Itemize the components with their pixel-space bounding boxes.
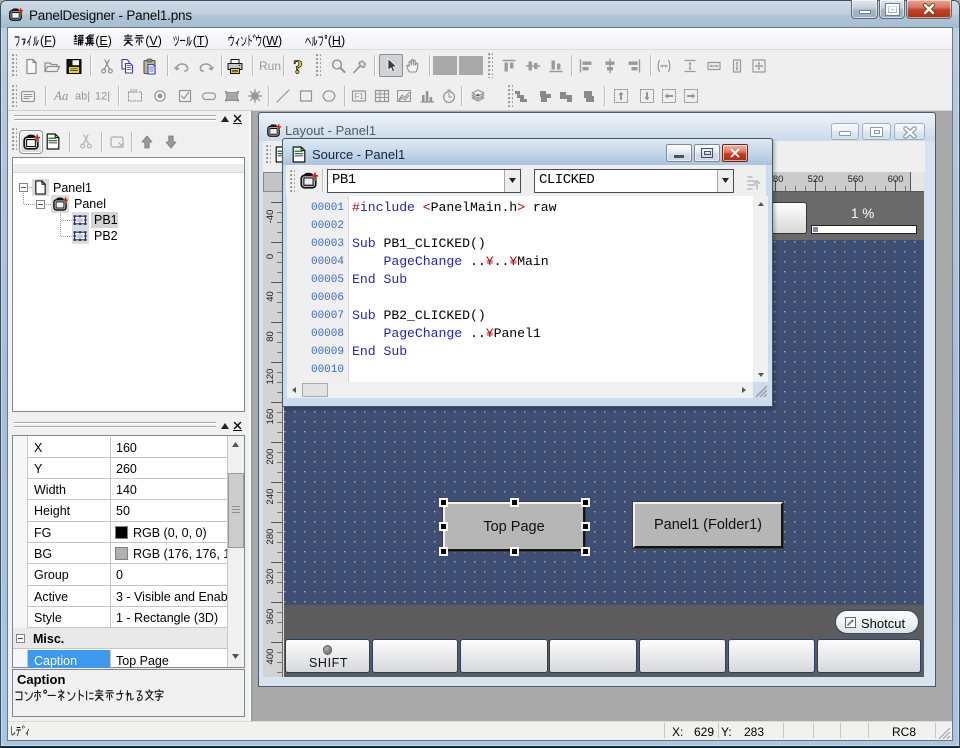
svg-text:-40: -40 bbox=[265, 210, 276, 224]
svg-text:F1: F1 bbox=[355, 92, 365, 101]
svg-text:520: 520 bbox=[808, 174, 824, 185]
svg-text:40: 40 bbox=[265, 291, 276, 302]
svg-text:200: 200 bbox=[265, 449, 276, 465]
svg-text:240: 240 bbox=[265, 489, 276, 505]
svg-text:280: 280 bbox=[265, 529, 276, 545]
svg-text:80: 80 bbox=[265, 331, 276, 342]
svg-text:120: 120 bbox=[265, 369, 276, 385]
svg-text:600: 600 bbox=[888, 174, 904, 185]
svg-text:320: 320 bbox=[265, 569, 276, 585]
svg-text:Aa: Aa bbox=[53, 88, 69, 103]
svg-text:?: ? bbox=[293, 57, 303, 77]
svg-text:12|: 12| bbox=[95, 91, 110, 103]
svg-text:160: 160 bbox=[265, 409, 276, 425]
svg-text:560: 560 bbox=[848, 174, 864, 185]
svg-text:ab|: ab| bbox=[75, 91, 90, 103]
svg-text:400: 400 bbox=[265, 649, 276, 665]
svg-text:0: 0 bbox=[265, 254, 276, 259]
svg-text:xyz: xyz bbox=[130, 88, 138, 94]
svg-text:360: 360 bbox=[265, 609, 276, 625]
